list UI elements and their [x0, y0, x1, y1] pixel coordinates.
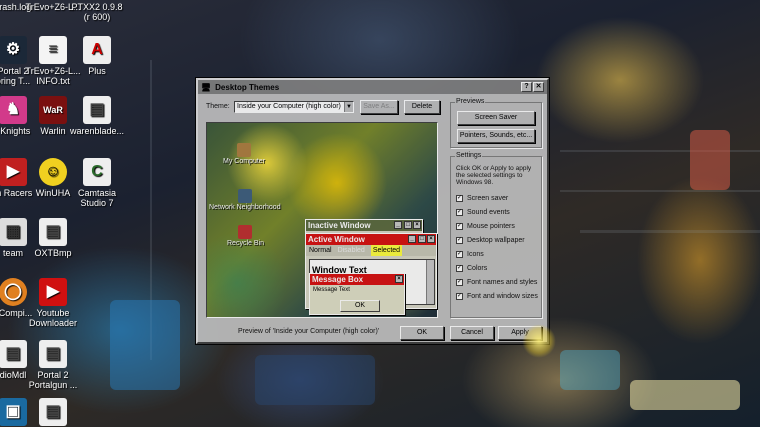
document-icon: ▤ — [39, 398, 67, 426]
preview-icon-my-computer: My Computer — [223, 143, 265, 165]
help-button[interactable]: ? — [521, 82, 532, 92]
theme-select[interactable]: Inside your Computer (high color) ▼ — [234, 101, 354, 113]
document-icon: ▤ — [39, 218, 67, 246]
settings-group: Settings Click OK or Apply to apply the … — [450, 152, 542, 318]
previews-group: Previews Screen Saver Pointers, Sounds, … — [450, 98, 542, 148]
network-icon — [237, 189, 252, 203]
preview-ok-button: OK — [340, 300, 380, 312]
computer-icon — [237, 143, 251, 157]
checkbox[interactable]: ✓ — [456, 195, 463, 202]
preview-icon-recycle-bin: Recycle Bin — [227, 225, 264, 247]
themes-app-icon: 🖥 — [201, 82, 212, 92]
youtube-icon: ▶ — [39, 278, 67, 306]
desktop-icon-warenblade[interactable]: ▤ warenblade... — [62, 96, 132, 136]
preview-scrollbar — [426, 260, 434, 304]
checkbox[interactable]: ✓ — [456, 223, 463, 230]
document-icon: ▤ — [39, 340, 67, 368]
desktop-icon-plus[interactable]: A Plus — [62, 36, 132, 76]
setting-icons[interactable]: ✓ Icons — [456, 251, 484, 258]
recycle-bin-icon — [238, 225, 253, 239]
desktop-icon-ptxx2[interactable]: PTXX2 0.9.8 (r 600) — [62, 2, 132, 22]
desktop-icon-oxtbmp[interactable]: ▤ OXTBmp — [18, 218, 88, 258]
setting-font-sizes[interactable]: ✓ Font and window sizes — [456, 293, 538, 300]
dialog-titlebar[interactable]: 🖥 Desktop Themes ? ✕ — [198, 80, 547, 94]
checkbox[interactable]: ✓ — [456, 265, 463, 272]
checkbox[interactable]: ✓ — [456, 237, 463, 244]
preview-caption: Preview of 'Inside your Computer (high c… — [238, 328, 380, 335]
chevron-down-icon: ▼ — [344, 102, 353, 112]
theme-preview: My Computer Network Neighborhood Recycle… — [206, 122, 438, 318]
checkbox[interactable]: ✓ — [456, 251, 463, 258]
desktop-icon-youtube-downloader[interactable]: ▶ Youtube Downloader — [18, 278, 88, 328]
setting-sound-events[interactable]: ✓ Sound events — [456, 209, 510, 216]
setting-colors[interactable]: ✓ Colors — [456, 265, 487, 272]
screen-saver-button[interactable]: Screen Saver — [457, 111, 535, 125]
preview-icon-network: Network Neighborhood — [209, 189, 281, 211]
cancel-button[interactable]: Cancel — [450, 326, 494, 340]
settings-hint: Click OK or Apply to apply the selected … — [456, 165, 532, 186]
close-icon[interactable]: ✕ — [533, 82, 544, 92]
theme-label: Theme: — [206, 103, 230, 110]
document-icon: ▤ — [83, 96, 111, 124]
inactive-window-title: Inactive Window _ □ × — [306, 220, 422, 231]
preview-menu-bar: Normal Disabled Selected — [306, 245, 436, 256]
save-as-button[interactable]: Save As... — [360, 100, 398, 114]
app-icon: A — [83, 36, 111, 64]
desktop-icon-camtasia[interactable]: C Camtasia Studio 7 — [62, 158, 132, 208]
setting-font-names[interactable]: ✓ Font names and styles — [456, 279, 537, 286]
preview-message-box: Message Box × Message Text OK — [309, 273, 405, 315]
checkbox[interactable]: ✓ — [456, 279, 463, 286]
desktop-icon-bottom-doc[interactable]: ▤ — [18, 398, 88, 427]
ok-button[interactable]: OK — [400, 326, 444, 340]
desktop-themes-dialog: 🖥 Desktop Themes ? ✕ Theme: Inside your … — [196, 78, 549, 344]
active-window-title: Active Window _ □ × — [306, 234, 436, 245]
checkbox[interactable]: ✓ — [456, 293, 463, 300]
delete-button[interactable]: Delete — [404, 100, 440, 114]
camtasia-icon: C — [83, 158, 111, 186]
setting-screen-saver[interactable]: ✓ Screen saver — [456, 195, 508, 202]
message-box-title: Message Box × — [310, 274, 404, 285]
setting-desktop-wallpaper[interactable]: ✓ Desktop wallpaper — [456, 237, 525, 244]
setting-mouse-pointers[interactable]: ✓ Mouse pointers — [456, 223, 515, 230]
mouse-cursor-highlight — [522, 324, 556, 358]
dialog-title: Desktop Themes — [215, 82, 280, 92]
pointers-sounds-button[interactable]: Pointers, Sounds, etc... — [457, 129, 535, 143]
checkbox[interactable]: ✓ — [456, 209, 463, 216]
desktop-icon-portalgun[interactable]: ▤ Portal 2 Portalgun ... — [18, 340, 88, 390]
